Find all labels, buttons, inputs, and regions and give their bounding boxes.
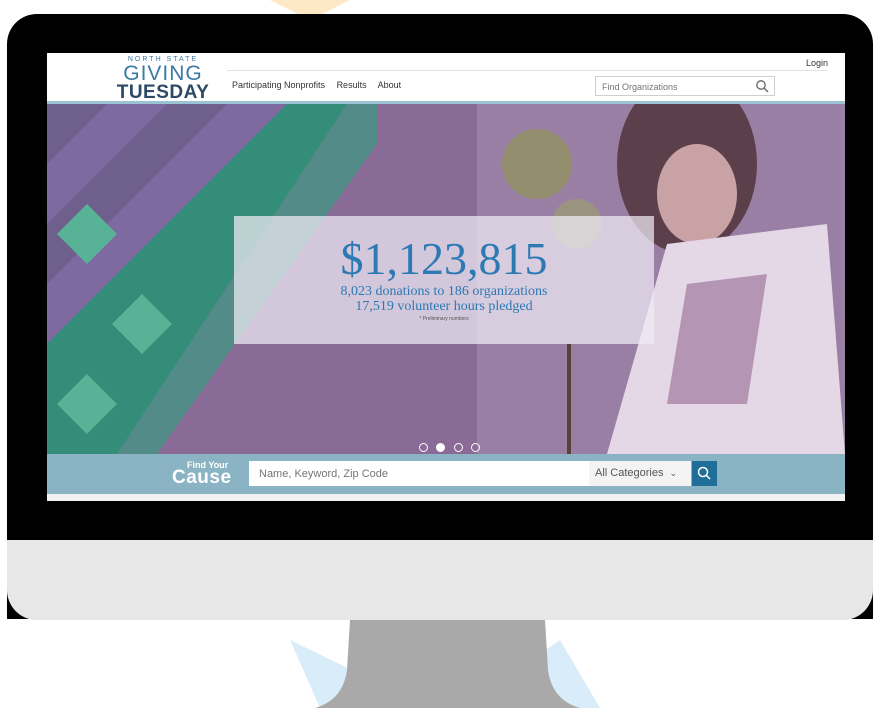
chevron-down-icon: ⌄ xyxy=(669,468,678,478)
carousel-dot-4[interactable] xyxy=(471,443,481,452)
logo-bottom-text: TUESDAY xyxy=(116,82,210,103)
search-icon xyxy=(697,466,711,480)
carousel-dot-1[interactable] xyxy=(419,443,428,452)
logo-middle-text: GIVING xyxy=(123,62,203,85)
carousel-dot-2[interactable] xyxy=(436,443,446,452)
find-cause-bar: Find Your Cause All Categories ⌄ xyxy=(47,454,845,494)
carousel-indicators xyxy=(417,439,482,454)
page-bottom-strip xyxy=(47,494,845,501)
volunteer-hours: 17,519 volunteer hours pledged xyxy=(355,299,533,314)
monitor-stand xyxy=(315,620,580,708)
preliminary-note: * Preliminary numbers xyxy=(419,316,469,322)
header-search-box xyxy=(595,76,775,96)
cause-search-button[interactable] xyxy=(692,461,717,486)
header-divider xyxy=(227,70,827,71)
nav-participating-nonprofits[interactable]: Participating Nonprofits xyxy=(232,80,325,90)
login-link[interactable]: Login xyxy=(806,58,828,68)
site-header: NORTH STATE GIVING TUESDAY Login Partici… xyxy=(47,53,845,104)
find-cause-label-big: Cause xyxy=(172,467,232,488)
category-select-value: All Categories xyxy=(595,467,664,479)
category-select[interactable]: All Categories ⌄ xyxy=(589,461,691,486)
donation-stats-panel: $1,123,815 8,023 donations to 186 organi… xyxy=(234,216,654,344)
search-icon[interactable] xyxy=(755,79,769,93)
hero-carousel[interactable]: $1,123,815 8,023 donations to 186 organi… xyxy=(47,104,845,454)
nav-results[interactable]: Results xyxy=(337,80,367,90)
total-amount: $1,123,815 xyxy=(340,233,548,284)
nav-about[interactable]: About xyxy=(378,80,402,90)
carousel-dot-3[interactable] xyxy=(453,443,463,452)
monitor-chin xyxy=(7,540,873,620)
cause-search-input[interactable] xyxy=(249,461,589,486)
browser-screen: NORTH STATE GIVING TUESDAY Login Partici… xyxy=(47,53,845,501)
donations-count: 8,023 donations to 186 organizations xyxy=(340,284,548,299)
site-logo[interactable]: NORTH STATE GIVING TUESDAY xyxy=(113,56,213,103)
find-organizations-input[interactable] xyxy=(596,78,758,96)
main-nav: Participating Nonprofits Results About xyxy=(232,80,410,90)
